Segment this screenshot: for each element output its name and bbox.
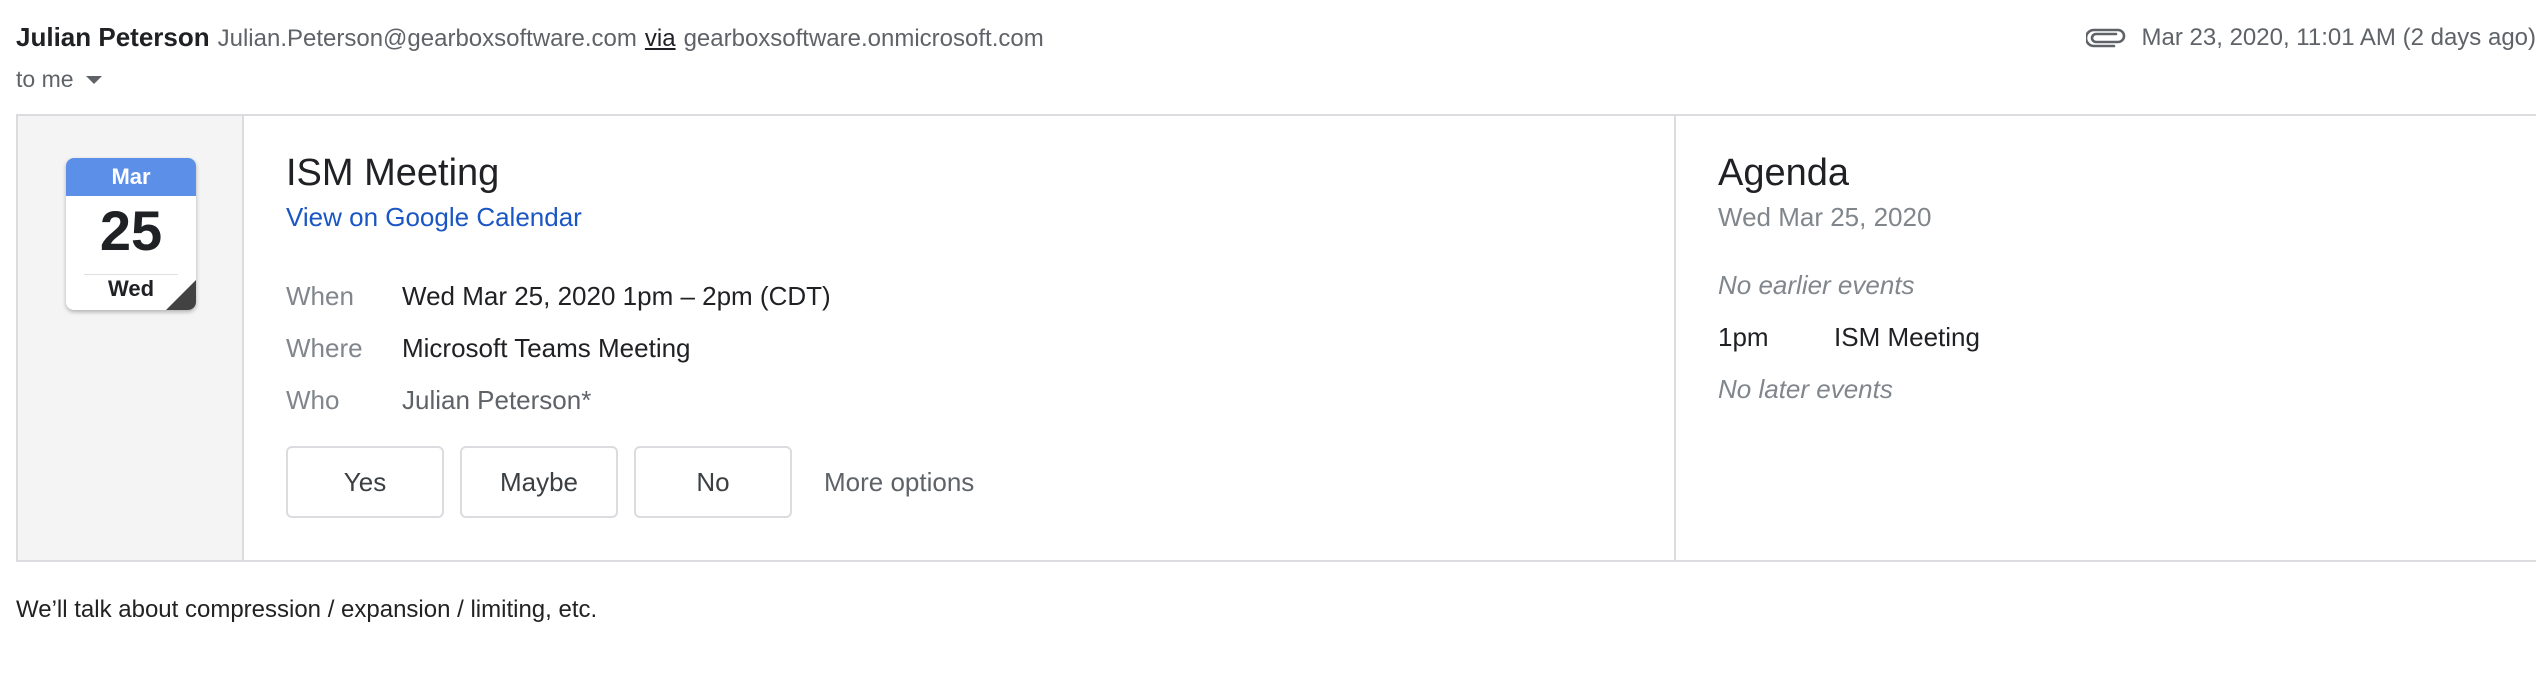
message-timestamp: Mar 23, 2020, 11:01 AM (2 days ago): [2141, 24, 2536, 51]
calendar-date-icon: Mar 25 Wed: [66, 158, 196, 310]
rsvp-maybe-button[interactable]: Maybe: [460, 446, 618, 518]
when-label: When: [286, 280, 354, 311]
more-options-button[interactable]: More options: [824, 467, 974, 498]
recipient-label: to me: [16, 65, 74, 92]
recipient-row: to me: [16, 64, 102, 94]
agenda-no-earlier-events: No earlier events: [1718, 270, 1915, 300]
agenda-event-item[interactable]: 1pm ISM Meeting: [1718, 322, 1980, 353]
event-title: ISM Meeting: [286, 152, 500, 194]
when-value: Wed Mar 25, 2020 1pm – 2pm (CDT): [402, 280, 831, 311]
paperclip-icon: [2085, 28, 2125, 48]
agenda-panel: Agenda Wed Mar 25, 2020 No earlier event…: [1676, 116, 2536, 560]
who-label: Who: [286, 384, 340, 415]
page-fold-icon: [166, 280, 196, 310]
sender-name[interactable]: Julian Peterson: [16, 22, 210, 53]
calendar-date-panel: Mar 25 Wed: [18, 116, 244, 560]
agenda-event-title: ISM Meeting: [1834, 322, 1980, 352]
where-value: Microsoft Teams Meeting: [402, 332, 691, 363]
who-value[interactable]: Julian Peterson*: [402, 385, 591, 416]
agenda-event-time: 1pm: [1718, 322, 1769, 352]
event-who-row: Who Julian Peterson*: [286, 382, 591, 418]
rsvp-actions: Yes Maybe No More options: [286, 446, 974, 518]
agenda-title: Agenda: [1718, 152, 1850, 194]
event-when-row: When Wed Mar 25, 2020 1pm – 2pm (CDT): [286, 278, 831, 314]
via-domain: gearboxsoftware.onmicrosoft.com: [683, 25, 1044, 52]
where-label: Where: [286, 332, 363, 363]
calendar-month: Mar: [66, 158, 196, 196]
sender-row: Julian Peterson Julian.Peterson@gearboxs…: [16, 22, 1044, 54]
calendar-day: 25: [99, 199, 163, 262]
calendar-divider: [84, 274, 178, 275]
event-details-panel: ISM Meeting View on Google Calendar When…: [244, 116, 1676, 560]
sender-email: Julian.Peterson@gearboxsoftware.com: [217, 25, 637, 52]
view-on-google-calendar-link[interactable]: View on Google Calendar: [286, 202, 582, 233]
agenda-no-later-events: No later events: [1718, 374, 1893, 404]
message-body: We’ll talk about compression / expansion…: [16, 596, 598, 623]
show-details-chevron-down-icon[interactable]: [85, 76, 102, 84]
agenda-date: Wed Mar 25, 2020: [1718, 202, 1932, 232]
via-link[interactable]: via: [645, 25, 676, 53]
rsvp-yes-button[interactable]: Yes: [286, 446, 444, 518]
message-meta: Mar 23, 2020, 11:01 AM (2 days ago): [2085, 22, 2536, 54]
calendar-invite-card: Mar 25 Wed ISM Meeting View on Google Ca…: [16, 114, 2536, 562]
event-where-row: Where Microsoft Teams Meeting: [286, 330, 691, 366]
rsvp-no-button[interactable]: No: [634, 446, 792, 518]
